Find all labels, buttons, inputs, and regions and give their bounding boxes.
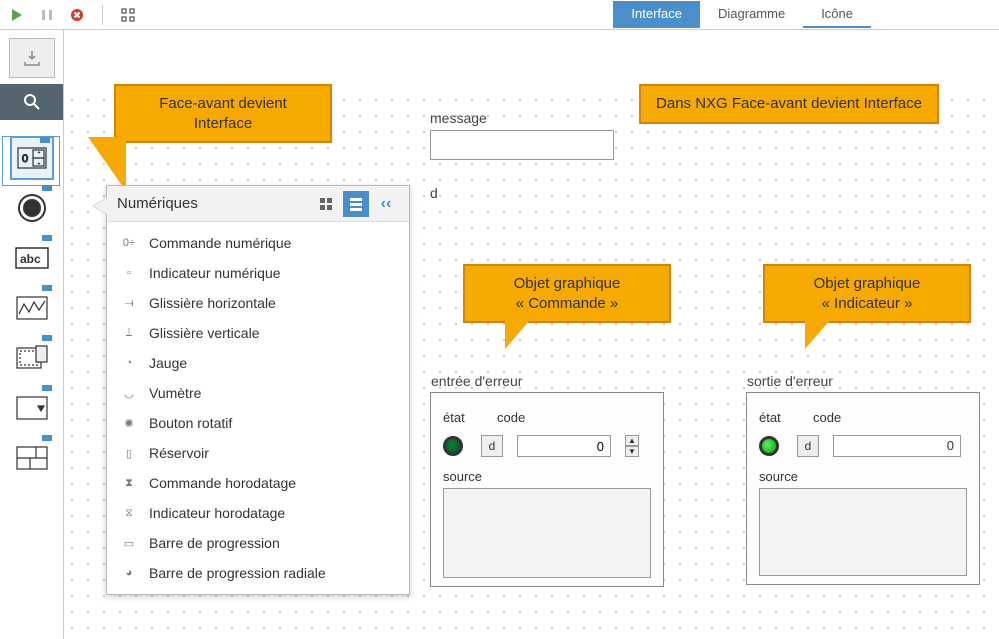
palette-layout[interactable] — [10, 436, 54, 480]
folder-tab-icon — [40, 137, 50, 143]
meter-icon: ◡ — [117, 387, 141, 400]
palette-list: 0 abc — [0, 124, 63, 492]
view-grid-icon[interactable] — [313, 191, 339, 217]
error-in-label: entrée d'erreur — [431, 373, 522, 389]
source-label: source — [759, 469, 967, 484]
radix-indicator[interactable]: d — [481, 435, 503, 457]
v-slider-icon: ⟘ — [117, 327, 141, 340]
flyout-item-jauge[interactable]: ◔Jauge — [107, 348, 409, 378]
numeric-indicator-icon: ▫ — [117, 267, 141, 279]
decrement-icon[interactable]: ▼ — [625, 446, 639, 457]
run-icon[interactable] — [8, 6, 26, 24]
numeric-control-icon: 0÷ — [117, 237, 141, 249]
annotation-callout-2: Dans NXG Face-avant devient Interface — [639, 84, 939, 124]
flyout-title: Numériques — [117, 195, 309, 212]
palette-boolean[interactable] — [10, 186, 54, 230]
svg-text:0: 0 — [22, 153, 28, 165]
flyout-item-glissiere-verticale[interactable]: ⟘Glissière verticale — [107, 318, 409, 348]
tab-icone[interactable]: Icône — [803, 1, 871, 28]
folder-tab-icon — [42, 235, 52, 241]
numeric-flyout-panel: Numériques ‹‹ 0÷Commande numérique ▫Indi… — [106, 185, 410, 595]
flyout-item-vumetre[interactable]: ◡Vumètre — [107, 378, 409, 408]
collapse-icon[interactable]: ‹‹ — [373, 191, 399, 217]
search-icon[interactable] — [0, 84, 63, 120]
code-indicator: 0 — [833, 435, 961, 457]
status-led-icon[interactable] — [443, 436, 463, 456]
flyout-list: 0÷Commande numérique ▫Indicateur numériq… — [107, 222, 409, 594]
flyout-item-barre-progression-radiale[interactable]: ◕Barre de progression radiale — [107, 558, 409, 588]
etat-label: état — [759, 410, 799, 425]
flyout-item-indicateur-numerique[interactable]: ▫Indicateur numérique — [107, 258, 409, 288]
tab-interface[interactable]: Interface — [613, 1, 700, 28]
annotation-callout-4: Objet graphique « Indicateur » — [763, 264, 971, 323]
source-indicator — [759, 488, 967, 576]
flyout-item-glissiere-horizontale[interactable]: ⟞Glissière horizontale — [107, 288, 409, 318]
code-input[interactable] — [517, 435, 611, 457]
palette-string[interactable]: abc — [10, 236, 54, 280]
palette-dropdown[interactable] — [10, 386, 54, 430]
source-label: source — [443, 469, 651, 484]
flyout-pointer-icon — [93, 198, 107, 214]
palette-graph[interactable] — [10, 286, 54, 330]
tab-diagramme[interactable]: Diagramme — [700, 1, 803, 28]
svg-text:abc: abc — [20, 252, 41, 266]
callout-text: « Indicateur » — [779, 294, 955, 314]
spin-buttons[interactable]: ▲▼ — [625, 435, 639, 457]
timestamp-indicator-icon: ⧖ — [117, 507, 141, 520]
code-label: code — [813, 410, 841, 425]
abort-icon[interactable] — [68, 6, 86, 24]
front-panel-canvas[interactable]: Face-avant devient Interface Dans NXG Fa… — [64, 30, 999, 639]
message-control: message — [430, 110, 614, 160]
flyout-item-commande-numerique[interactable]: 0÷Commande numérique — [107, 228, 409, 258]
error-in-cluster[interactable]: entrée d'erreur état code d ▲▼ source — [430, 392, 664, 587]
folder-tab-icon — [42, 435, 52, 441]
flyout-item-bouton-rotatif[interactable]: ✺Bouton rotatif — [107, 408, 409, 438]
download-icon[interactable] — [9, 38, 55, 78]
pause-icon[interactable] — [38, 6, 56, 24]
divider — [102, 5, 103, 25]
message-label: message — [430, 110, 614, 126]
progressbar-icon: ▭ — [117, 537, 141, 550]
gauge-icon: ◔ — [117, 357, 141, 369]
flyout-item-indicateur-horodatage[interactable]: ⧖Indicateur horodatage — [107, 498, 409, 528]
view-tabs: Interface Diagramme Icône — [613, 1, 871, 28]
flyout-item-barre-progression[interactable]: ▭Barre de progression — [107, 528, 409, 558]
highlight-execution-icon[interactable] — [119, 6, 137, 24]
radix-indicator: d — [797, 435, 819, 457]
folder-tab-icon — [42, 385, 52, 391]
increment-icon[interactable]: ▲ — [625, 435, 639, 446]
tank-icon: ▯ — [117, 447, 141, 460]
top-toolbar: Interface Diagramme Icône — [0, 0, 999, 30]
flyout-item-reservoir[interactable]: ▯Réservoir — [107, 438, 409, 468]
callout-text: Face-avant devient Interface — [159, 95, 287, 132]
callout-text: Objet graphique — [479, 274, 655, 294]
etat-label: état — [443, 410, 483, 425]
status-led-icon — [759, 436, 779, 456]
left-sidebar: 0 abc — [0, 30, 64, 639]
callout-text: Objet graphique — [779, 274, 955, 294]
timestamp-control-icon: ⧗ — [117, 477, 141, 490]
message-input[interactable] — [430, 130, 614, 160]
callout-text: « Commande » — [479, 294, 655, 314]
flyout-item-commande-horodatage[interactable]: ⧗Commande horodatage — [107, 468, 409, 498]
knob-icon: ✺ — [117, 417, 141, 430]
palette-container[interactable] — [10, 336, 54, 380]
annotation-callout-1: Face-avant devient Interface — [114, 84, 332, 143]
h-slider-icon: ⟞ — [117, 297, 141, 310]
code-label: code — [497, 410, 525, 425]
folder-tab-icon — [42, 285, 52, 291]
callout-text: Dans NXG Face-avant devient Interface — [656, 95, 922, 112]
error-out-label: sortie d'erreur — [747, 373, 833, 389]
d-label: d — [430, 185, 438, 201]
view-list-icon[interactable] — [343, 191, 369, 217]
folder-tab-icon — [42, 335, 52, 341]
radial-progress-icon: ◕ — [117, 567, 141, 579]
annotation-callout-3: Objet graphique « Commande » — [463, 264, 671, 323]
folder-tab-icon — [42, 185, 52, 191]
palette-numeric[interactable]: 0 — [10, 136, 54, 180]
source-input[interactable] — [443, 488, 651, 578]
error-out-cluster[interactable]: sortie d'erreur état code d 0 source — [746, 392, 980, 585]
